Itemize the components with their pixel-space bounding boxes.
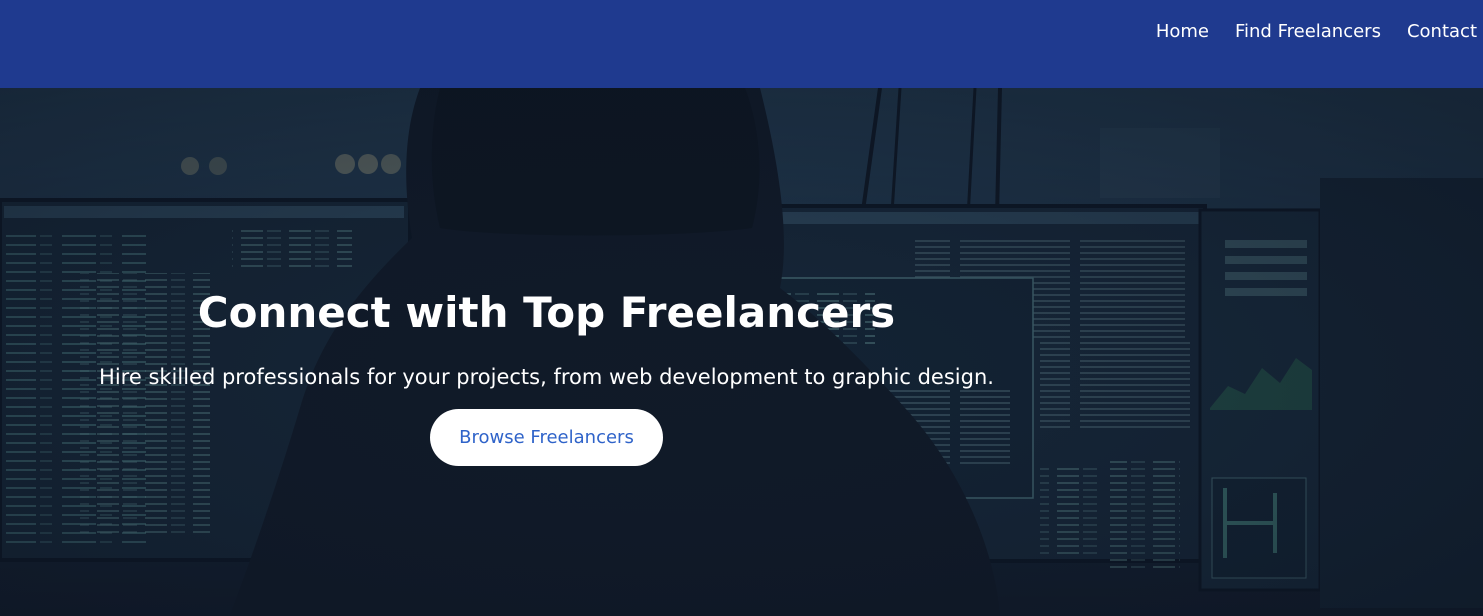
main-nav: Home Find Freelancers Contact <box>1156 21 1477 43</box>
hero-title: Connect with Top Freelancers <box>197 288 896 337</box>
hero-section: Connect with Top Freelancers Hire skille… <box>0 88 1483 616</box>
browse-freelancers-button[interactable]: Browse Freelancers <box>430 409 663 466</box>
nav-link-home[interactable]: Home <box>1156 21 1209 43</box>
nav-link-find-freelancers[interactable]: Find Freelancers <box>1235 21 1381 43</box>
hero-content: Connect with Top Freelancers Hire skille… <box>0 88 1093 616</box>
nav-link-contact[interactable]: Contact <box>1407 21 1477 43</box>
hero-subtitle: Hire skilled professionals for your proj… <box>99 365 994 389</box>
site-header: Home Find Freelancers Contact <box>0 0 1483 88</box>
